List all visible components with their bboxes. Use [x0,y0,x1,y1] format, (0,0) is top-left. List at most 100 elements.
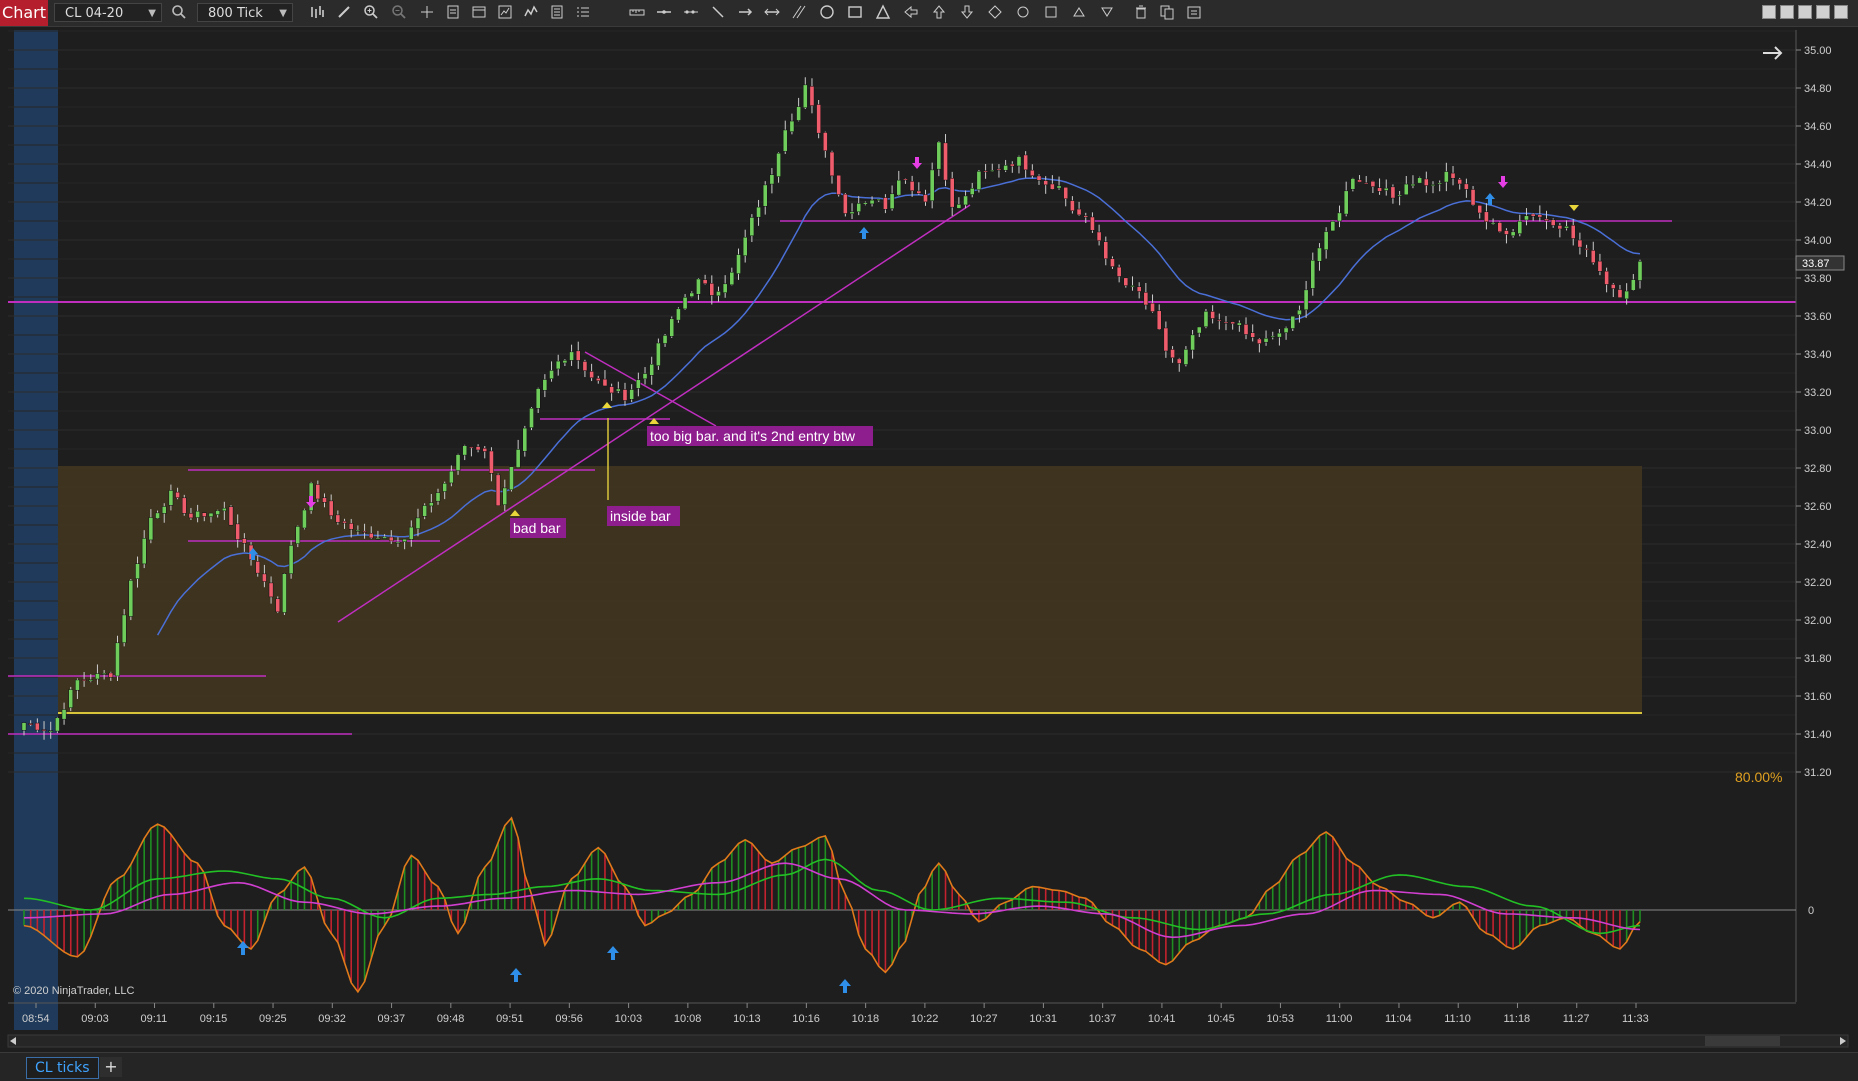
annotation-inside-bar[interactable]: inside bar [607,506,680,526]
candle-body [415,517,421,529]
time-tick-label: 10:18 [852,1013,880,1025]
line-icon[interactable] [709,4,727,22]
share-icon[interactable] [1185,4,1203,22]
window-close-icon[interactable] [1834,5,1848,19]
time-tick-label: 11:33 [1622,1013,1649,1025]
templates-icon[interactable] [470,4,488,22]
time-tick-label: 09:03 [81,1013,109,1025]
arrow-line-icon[interactable] [736,4,754,22]
time-tick-label: 09:11 [141,1013,168,1025]
horizontal-scrollbar[interactable] [7,1034,1849,1048]
dot-icon[interactable] [1014,4,1032,22]
candle-body [388,536,394,542]
diamond-icon[interactable] [986,4,1004,22]
andrews-pitchfork-icon[interactable] [790,4,808,22]
price-tick-label: 34.60 [1804,121,1832,133]
window-maximize-icon[interactable] [1816,5,1830,19]
tab-cl-ticks[interactable]: CL ticks [26,1057,99,1079]
ruler-icon[interactable] [628,4,646,22]
candle-body [275,598,281,613]
candle-body [989,170,995,172]
triangle-icon[interactable] [874,4,892,22]
instrument-selector[interactable]: CL 04-20 ▼ [54,3,162,22]
zoom-out-icon[interactable] [390,4,408,22]
candle-body [956,204,962,209]
candle-body [1343,190,1349,215]
candle-body [335,514,341,523]
zoom-in-icon[interactable] [362,4,380,22]
bars-type-icon[interactable] [308,4,326,22]
candle-body [35,722,40,731]
candle-body [616,388,621,392]
candle-body [255,561,261,574]
ellipse-icon[interactable] [818,4,836,22]
candle-body [996,168,1002,171]
candle-body [1457,179,1463,185]
candle-body [1610,284,1616,289]
chevron-down-icon: ▼ [148,8,156,19]
candle-body [1230,321,1235,325]
candle-body [916,190,922,194]
candle-body [1237,322,1242,326]
window-minimize-icon[interactable] [1798,5,1812,19]
candle [816,100,821,139]
candle-body [983,170,988,173]
candle-body [1477,205,1483,214]
candle [128,579,134,621]
ray-icon[interactable] [682,4,700,22]
extended-line-icon[interactable] [763,4,781,22]
time-tick-label: 10:41 [1148,1013,1176,1025]
scrollbar-thumb[interactable] [1705,1036,1780,1046]
candle-body [896,179,902,196]
candle-body [649,363,655,376]
search-icon[interactable] [170,4,188,22]
candle-body [1430,184,1436,186]
strategies-icon[interactable] [496,4,514,22]
indicators-icon[interactable] [522,4,540,22]
candle-body [175,491,180,498]
window-restore-icon[interactable] [1762,5,1776,19]
arrow-up-icon[interactable] [930,4,948,22]
candle-body [68,689,74,708]
price-tick-label: 35.00 [1804,45,1832,57]
candle-body [823,132,828,152]
candle-body [829,151,835,177]
data-box-icon[interactable] [548,4,566,22]
horizontal-line-icon[interactable] [655,4,673,22]
candle-body [1009,163,1015,167]
candle-body [789,120,795,132]
candle-body [489,450,494,474]
arrow-down-icon[interactable] [958,4,976,22]
rectangle-icon[interactable] [846,4,864,22]
price-tick-label: 34.20 [1804,197,1832,209]
candle-body [1023,154,1028,171]
interval-value: 800 Tick [208,6,263,21]
candle-body [1323,231,1329,251]
pencil-icon[interactable] [335,4,353,22]
crosshair-icon[interactable] [418,4,436,22]
annotation-bad-bar[interactable]: bad bar [510,518,566,538]
trash-icon[interactable] [1132,4,1150,22]
candle-body [555,360,561,370]
triangle-up-icon[interactable] [1070,4,1088,22]
time-tick-label: 09:56 [555,1013,583,1025]
price-chart[interactable]: bad bar inside bar too big bar. and it's… [0,27,1858,1052]
arrow-left-icon[interactable] [902,4,920,22]
candle-body [1123,277,1129,286]
candle-body [682,297,688,310]
chart-brand-label: Chart [0,0,48,26]
time-tick-label: 11:27 [1563,1013,1590,1025]
price-tick-label: 32.00 [1804,615,1832,627]
price-tick-label: 31.20 [1804,767,1832,779]
properties-icon[interactable] [444,4,462,22]
triangle-down-icon[interactable] [1098,4,1116,22]
add-tab-icon[interactable]: + [100,1057,122,1077]
list-icon[interactable] [574,4,592,22]
candle-body [716,291,721,297]
square-icon[interactable] [1042,4,1060,22]
window-tile-icon[interactable] [1780,5,1794,19]
candle-body [1444,171,1449,183]
copy-icon[interactable] [1158,4,1176,22]
interval-selector[interactable]: 800 Tick ▼ [197,3,293,22]
annotation-too-big-bar[interactable]: too big bar. and it's 2nd entry btw [647,426,873,446]
